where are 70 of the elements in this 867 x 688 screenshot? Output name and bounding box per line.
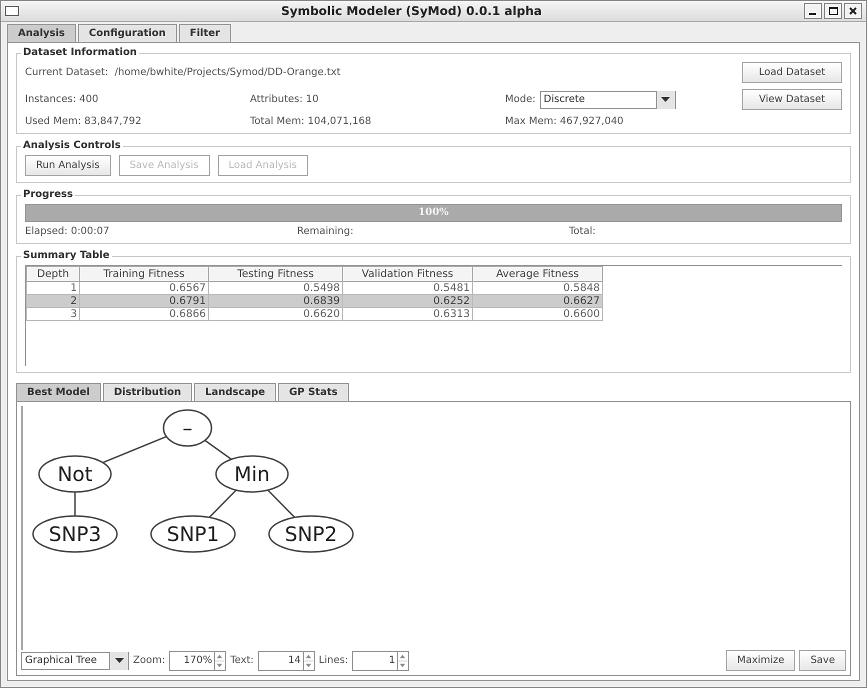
- column-header[interactable]: Depth: [26, 266, 80, 282]
- tree-node: SNP2: [268, 515, 354, 553]
- tab[interactable]: Best Model: [16, 383, 101, 401]
- load-dataset-button[interactable]: Load Dataset: [742, 62, 842, 83]
- table-cell: 0.6600: [472, 308, 602, 320]
- tree-node: SNP3: [32, 515, 118, 553]
- tree-edge: [267, 490, 296, 518]
- close-icon: [849, 7, 857, 15]
- group-title: Dataset Information: [21, 47, 139, 58]
- info-label: Total:: [569, 226, 597, 237]
- tab[interactable]: Distribution: [102, 383, 192, 401]
- info-label: Lines:: [318, 655, 348, 666]
- tree-node: Min: [215, 455, 289, 493]
- window-title: Symbolic Modeler (SyMod) 0.0.1 alpha: [280, 4, 543, 18]
- info-label: Mode:: [505, 94, 536, 105]
- column-header[interactable]: Average Fitness: [472, 266, 602, 282]
- tree-node: SNP1: [150, 515, 236, 553]
- spinner-field[interactable]: 1: [352, 650, 410, 670]
- info-label: Zoom:: [133, 655, 166, 666]
- progress-text: 100%: [417, 207, 450, 218]
- save-button[interactable]: Save: [799, 650, 846, 671]
- tree-node: –: [162, 409, 212, 447]
- table-cell: 0.6791: [80, 294, 208, 308]
- tree-edge: [208, 490, 237, 518]
- info-label: Text:: [230, 655, 254, 666]
- minimize-button[interactable]: [804, 3, 822, 19]
- tree-edge: [74, 492, 76, 516]
- info-label: Instances: 400: [25, 94, 100, 105]
- table-cell: 0.6839: [208, 294, 342, 308]
- analysis-button[interactable]: Run Analysis: [25, 155, 111, 176]
- tab[interactable]: GP Stats: [278, 383, 349, 401]
- column-header[interactable]: Testing Fitness: [208, 266, 342, 282]
- maximize-button[interactable]: [824, 3, 842, 19]
- table-cell: 0.6620: [208, 308, 342, 320]
- spinner-field[interactable]: 14: [258, 650, 315, 670]
- tree-edge: [102, 436, 167, 464]
- close-button[interactable]: [844, 3, 862, 19]
- tab[interactable]: Configuration: [78, 24, 177, 42]
- table-cell: 0.6866: [80, 308, 208, 320]
- column-header[interactable]: Training Fitness: [80, 266, 208, 282]
- table-cell: 3: [26, 308, 80, 320]
- info-label: Elapsed: 0:00:07: [25, 226, 110, 237]
- tree-edge: [204, 440, 232, 460]
- info-label: Remaining:: [297, 226, 354, 237]
- view-dataset-button[interactable]: View Dataset: [742, 89, 842, 110]
- info-label: Max Mem: 467,927,040: [505, 116, 625, 127]
- maximize-icon: [828, 7, 838, 15]
- info-label: Attributes: 10: [250, 94, 320, 105]
- view-dropdown[interactable]: Graphical Tree: [21, 652, 129, 670]
- maximize-button[interactable]: Maximize: [726, 650, 796, 671]
- window-icon: [5, 6, 19, 16]
- tab[interactable]: Landscape: [194, 383, 276, 401]
- column-header[interactable]: Validation Fitness: [342, 266, 472, 282]
- mode-dropdown[interactable]: Discrete: [540, 90, 676, 108]
- group-title: Summary Table: [21, 250, 112, 261]
- group-title: Progress: [21, 189, 75, 200]
- tab[interactable]: Analysis: [7, 24, 76, 42]
- table-cell: 0.6252: [342, 294, 472, 308]
- group-title: Analysis Controls: [21, 140, 123, 151]
- info-label: Used Mem: 83,847,792: [25, 116, 143, 127]
- caret-icon: [114, 658, 124, 663]
- tab[interactable]: Filter: [178, 24, 231, 42]
- tree-node: Not: [38, 455, 112, 493]
- spinner-field[interactable]: 170%: [169, 650, 226, 670]
- caret-icon: [661, 97, 670, 102]
- info-label: Total Mem: 104,071,168: [250, 116, 372, 127]
- table-cell: 2: [26, 294, 80, 308]
- table-cell: 0.6313: [342, 308, 472, 320]
- table-cell: 0.6627: [472, 294, 602, 308]
- info-label: Current Dataset: /home/bwhite/Projects/Symod/DD-Orange.txt: [25, 67, 342, 78]
